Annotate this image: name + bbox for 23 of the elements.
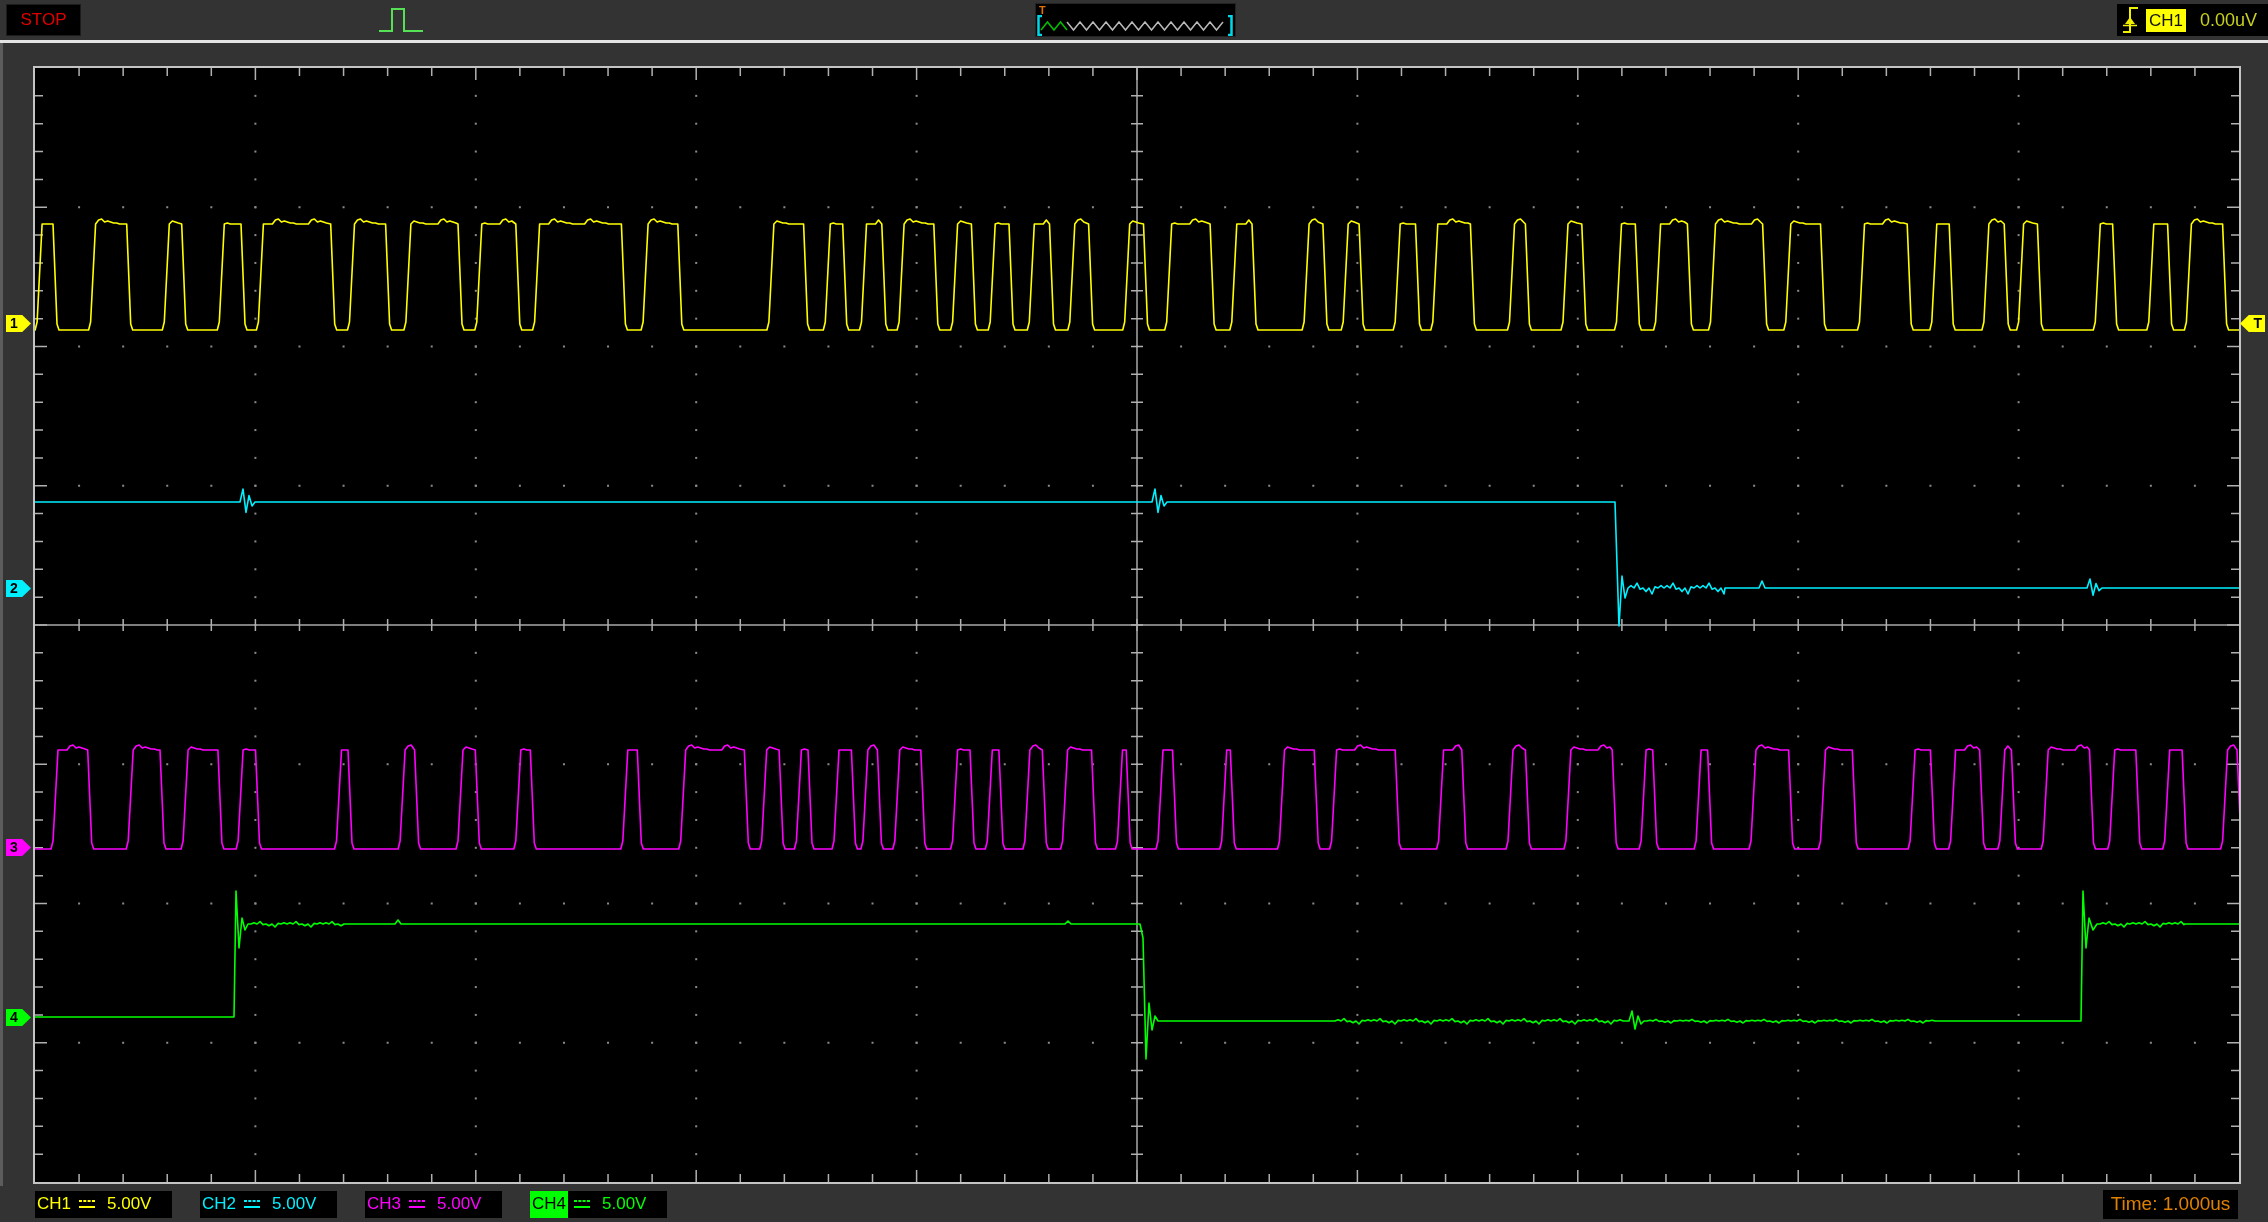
channel-scale: 5.00V <box>272 1194 317 1214</box>
timebase-readout: Time: 1.000us <box>2103 1189 2238 1219</box>
dc-symbol-icon <box>409 1199 425 1209</box>
channel-marker[interactable]: 3 <box>6 839 31 856</box>
channel-marker[interactable]: 2 <box>6 580 31 597</box>
dc-symbol-icon <box>244 1199 260 1209</box>
channel-scale: 5.00V <box>602 1194 647 1214</box>
trigger-position-marker: T <box>1039 5 1046 15</box>
trigger-level: 0.00uV <box>2200 9 2258 31</box>
channel-name: CH4 <box>530 1190 568 1218</box>
channel-marker[interactable]: 4 <box>6 1009 31 1026</box>
channel-name: CH3 <box>366 1193 402 1215</box>
dc-symbol-icon <box>79 1199 95 1209</box>
run-stop-button[interactable]: STOP <box>6 4 81 36</box>
channel-name: CH2 <box>201 1193 237 1215</box>
trigger-source: CH1 <box>2146 8 2186 32</box>
pulse-icon <box>379 7 423 33</box>
channel-scale: 5.00V <box>107 1194 152 1214</box>
trigger-level-marker[interactable]: T <box>2240 315 2265 332</box>
channel-marker[interactable]: 1 <box>6 315 31 332</box>
channel-scale: 5.00V <box>437 1194 482 1214</box>
channel-name: CH1 <box>36 1193 72 1215</box>
dc-symbol-icon <box>574 1199 590 1209</box>
